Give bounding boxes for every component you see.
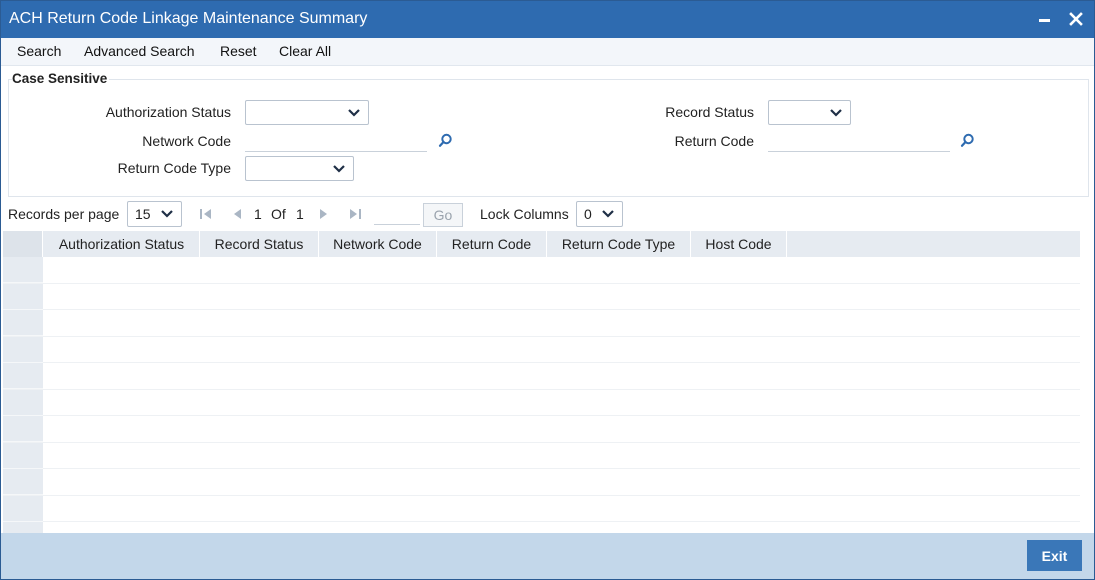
column-header-record-status[interactable]: Record Status <box>200 231 319 257</box>
table-row[interactable] <box>3 469 1080 496</box>
grid-body <box>3 257 1080 533</box>
table-row[interactable] <box>3 336 1080 363</box>
return-code-input[interactable] <box>768 130 950 152</box>
clear-all-button[interactable]: Clear All <box>279 43 331 59</box>
lock-columns-value: 0 <box>584 206 592 222</box>
return-code-label: Return Code <box>674 133 754 149</box>
column-header-return-code[interactable]: Return Code <box>437 231 547 257</box>
table-row[interactable] <box>3 257 1080 284</box>
chevron-down-icon <box>830 109 842 117</box>
row-select-cell[interactable] <box>3 363 43 389</box>
grid-header: Authorization Status Record Status Netwo… <box>3 231 1080 257</box>
previous-page-icon[interactable] <box>230 207 244 221</box>
chevron-down-icon <box>161 210 173 218</box>
network-code-lookup-icon[interactable] <box>438 133 453 148</box>
table-row[interactable] <box>3 310 1080 337</box>
column-header-return-code-type[interactable]: Return Code Type <box>547 231 691 257</box>
footer-bar: Exit <box>1 533 1094 579</box>
close-icon[interactable] <box>1064 7 1088 31</box>
row-select-cell[interactable] <box>3 522 43 533</box>
chevron-down-icon <box>602 210 614 218</box>
row-select-cell[interactable] <box>3 283 43 310</box>
pagination-bar: Records per page 15 1 Of 1 Go Lock Colum… <box>1 198 1094 230</box>
row-select-cell[interactable] <box>3 495 43 522</box>
network-code-input[interactable] <box>245 130 427 152</box>
column-header-network-code[interactable]: Network Code <box>319 231 437 257</box>
return-code-lookup-icon[interactable] <box>960 133 975 148</box>
page-number-input[interactable] <box>374 203 420 225</box>
first-page-icon[interactable] <box>199 207 213 221</box>
last-page-icon[interactable] <box>348 207 362 221</box>
minimize-icon[interactable] <box>1033 7 1057 31</box>
exit-button[interactable]: Exit <box>1027 540 1082 571</box>
network-code-label: Network Code <box>142 133 231 149</box>
row-select-cell[interactable] <box>3 257 43 283</box>
return-code-type-select[interactable] <box>245 156 354 181</box>
total-pages: 1 <box>296 206 304 222</box>
record-status-select[interactable] <box>768 100 851 125</box>
chevron-down-icon <box>333 165 345 173</box>
search-button[interactable]: Search <box>17 43 61 59</box>
summary-window: ACH Return Code Linkage Maintenance Summ… <box>0 0 1095 580</box>
toolbar: Search Advanced Search Reset Clear All <box>1 38 1094 66</box>
records-per-page-value: 15 <box>135 206 151 222</box>
row-select-cell[interactable] <box>3 442 43 469</box>
column-header-authorization-status[interactable]: Authorization Status <box>44 231 200 257</box>
row-select-cell[interactable] <box>3 416 43 442</box>
record-status-label: Record Status <box>665 104 754 120</box>
authorization-status-select[interactable] <box>245 100 369 125</box>
records-per-page-label: Records per page <box>8 206 120 222</box>
table-row[interactable] <box>3 495 1080 522</box>
row-select-cell[interactable] <box>3 389 43 416</box>
table-row[interactable] <box>3 389 1080 416</box>
records-per-page-select[interactable]: 15 <box>127 201 182 227</box>
title-bar: ACH Return Code Linkage Maintenance Summ… <box>1 1 1094 38</box>
row-select-cell[interactable] <box>3 336 43 363</box>
table-row[interactable] <box>3 442 1080 469</box>
lock-columns-select[interactable]: 0 <box>576 201 623 227</box>
table-row[interactable] <box>3 363 1080 390</box>
results-grid: Authorization Status Record Status Netwo… <box>3 231 1080 533</box>
go-button[interactable]: Go <box>423 203 463 227</box>
select-all-column[interactable] <box>3 231 43 257</box>
advanced-search-button[interactable]: Advanced Search <box>84 43 195 59</box>
chevron-down-icon <box>348 109 360 117</box>
table-row[interactable] <box>3 283 1080 310</box>
table-row[interactable] <box>3 522 1080 533</box>
case-sensitive-legend: Case Sensitive <box>12 71 110 86</box>
column-header-host-code[interactable]: Host Code <box>691 231 787 257</box>
reset-button[interactable]: Reset <box>220 43 257 59</box>
authorization-status-label: Authorization Status <box>105 104 231 120</box>
table-row[interactable] <box>3 416 1080 443</box>
row-select-cell[interactable] <box>3 469 43 495</box>
of-label: Of <box>271 206 286 222</box>
current-page: 1 <box>254 206 262 222</box>
next-page-icon[interactable] <box>317 207 331 221</box>
row-select-cell[interactable] <box>3 310 43 336</box>
return-code-type-label: Return Code Type <box>117 160 231 176</box>
lock-columns-label: Lock Columns <box>480 206 569 222</box>
window-title: ACH Return Code Linkage Maintenance Summ… <box>9 10 368 27</box>
